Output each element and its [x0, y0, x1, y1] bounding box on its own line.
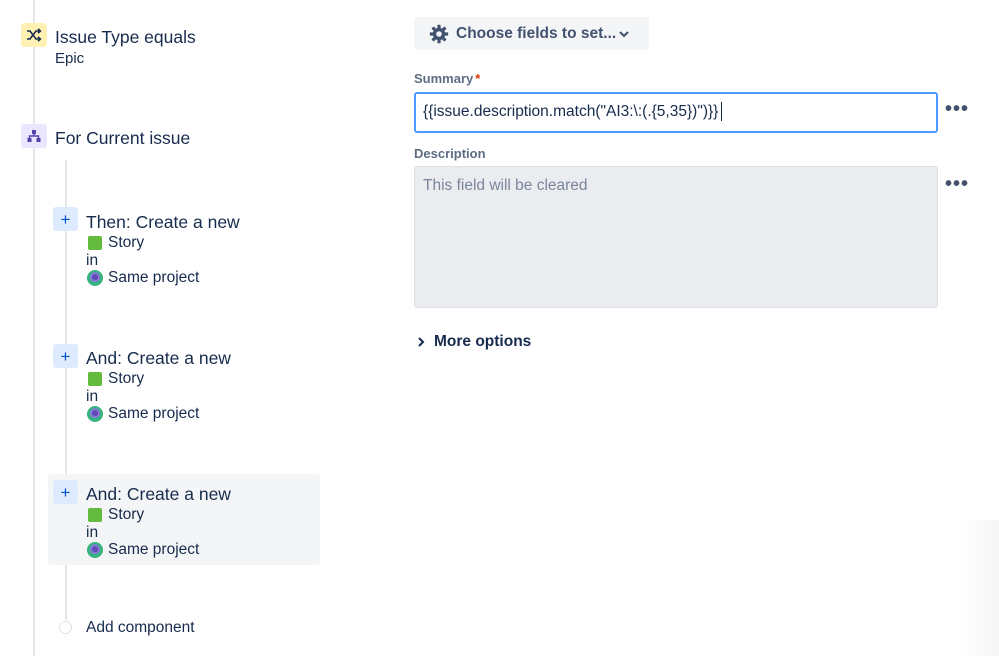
condition-value: Epic — [55, 50, 85, 67]
summary-value: {{issue.description.match("AI3:\:(.{5,35… — [423, 103, 719, 120]
action-in-label: in — [86, 252, 99, 269]
add-component-button[interactable]: Add component — [58, 617, 218, 639]
required-asterisk: * — [475, 71, 481, 86]
story-icon — [88, 236, 102, 250]
condition-component[interactable]: Issue Type equals Epic — [20, 22, 320, 72]
story-icon — [88, 372, 102, 386]
choose-fields-label: Choose fields to set... — [456, 25, 617, 42]
condition-title: Issue Type equals — [55, 27, 196, 47]
plus-icon: + — [53, 480, 78, 504]
description-more-menu-icon[interactable]: ••• — [945, 174, 969, 194]
action-issue-type: Story — [108, 506, 145, 523]
chevron-right-icon — [418, 337, 425, 347]
action-in-label: in — [86, 388, 99, 405]
action-in-label: in — [86, 524, 99, 541]
more-options-label: More options — [434, 333, 532, 350]
action-title: Then: Create a new — [86, 212, 240, 232]
description-textarea[interactable]: This field will be cleared — [414, 166, 938, 308]
text-cursor — [721, 102, 722, 121]
shuffle-icon — [21, 23, 47, 47]
gear-icon — [429, 24, 449, 44]
action-component[interactable]: + Then: Create a new Story in Same proje… — [48, 201, 320, 293]
empty-circle-icon — [59, 621, 72, 634]
action-component-selected[interactable]: + And: Create a new Story in Same projec… — [48, 474, 320, 565]
project-avatar-icon — [87, 406, 103, 422]
more-options-toggle[interactable]: More options — [414, 331, 544, 353]
project-avatar-icon — [87, 270, 103, 286]
plus-icon: + — [53, 207, 78, 231]
action-project: Same project — [108, 541, 200, 558]
plus-icon: + — [53, 344, 78, 368]
choose-fields-button[interactable]: Choose fields to set... — [414, 17, 649, 50]
action-project: Same project — [108, 405, 200, 422]
summary-label: Summary * — [414, 71, 480, 86]
story-icon — [88, 508, 102, 522]
branch-component[interactable]: For Current issue — [20, 123, 320, 153]
description-placeholder: This field will be cleared — [423, 177, 588, 194]
add-component-label: Add component — [86, 619, 195, 636]
action-issue-type: Story — [108, 234, 145, 251]
action-project: Same project — [108, 269, 200, 286]
action-component[interactable]: + And: Create a new Story in Same projec… — [48, 337, 320, 429]
right-edge-shadow — [959, 520, 999, 656]
branch-icon — [21, 124, 47, 148]
description-label: Description — [414, 146, 486, 161]
branch-title: For Current issue — [55, 128, 191, 148]
project-avatar-icon — [87, 542, 103, 558]
summary-label-text: Summary — [414, 71, 474, 86]
action-issue-type: Story — [108, 370, 145, 387]
action-title: And: Create a new — [86, 348, 231, 368]
action-title: And: Create a new — [86, 484, 231, 504]
chevron-down-icon — [619, 31, 629, 38]
summary-input[interactable]: {{issue.description.match("AI3:\:(.{5,35… — [414, 92, 938, 133]
summary-more-menu-icon[interactable]: ••• — [945, 99, 969, 119]
timeline-main-line — [33, 0, 35, 656]
